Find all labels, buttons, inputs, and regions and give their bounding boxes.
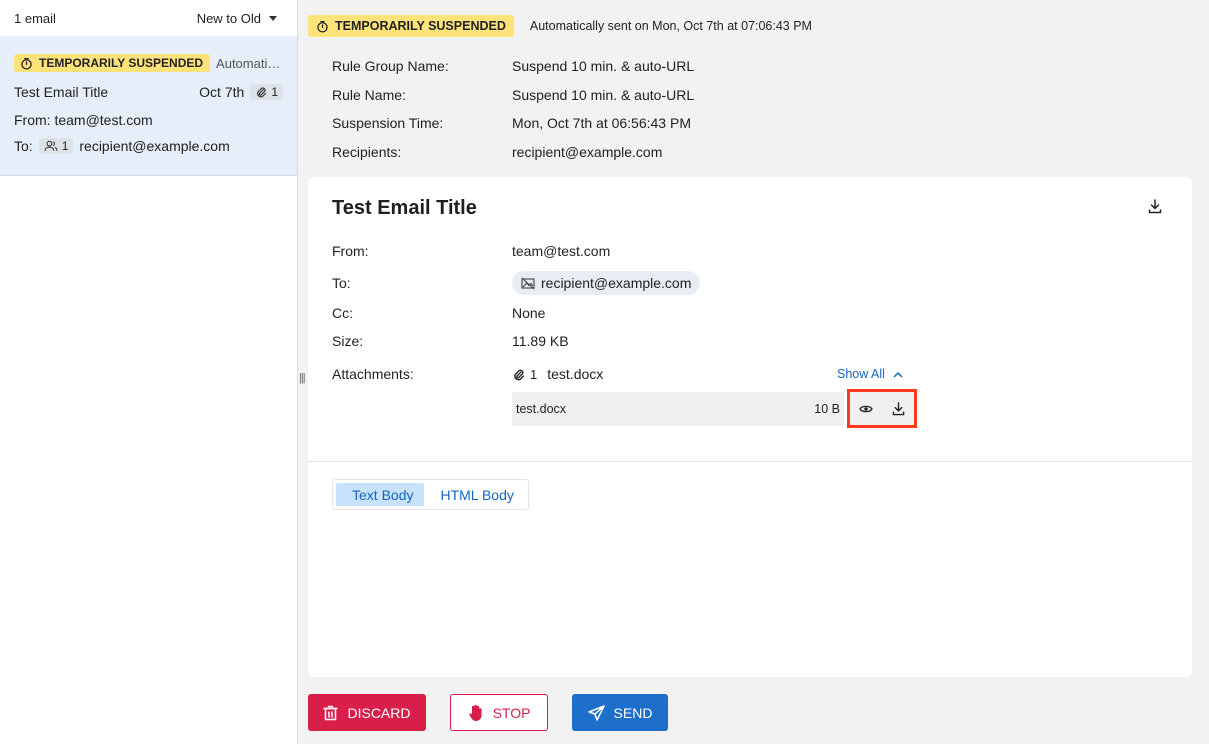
attachment-row: test.docx 10 B (512, 392, 844, 426)
send-button[interactable]: SEND (572, 694, 668, 731)
download-icon (892, 401, 905, 415)
attachment-count: 1 (530, 366, 538, 382)
show-all-toggle[interactable]: Show All (837, 367, 903, 381)
list-item[interactable]: TEMPORARILY SUSPENDED Automatically sent… (0, 36, 297, 176)
status-badge-label: TEMPORARILY SUSPENDED (39, 56, 204, 70)
meta-value: Mon, Oct 7th at 06:56:43 PM (512, 115, 691, 132)
status-badge: TEMPORARILY SUSPENDED (14, 54, 211, 72)
attachment-name: test.docx (547, 366, 604, 382)
attachment-file-name: test.docx (516, 402, 567, 416)
list-item-status-row: TEMPORARILY SUSPENDED Automatically sent… (14, 54, 283, 72)
eye-icon (859, 405, 873, 412)
recipient-count: 1 (61, 139, 69, 153)
chevron-up-icon (893, 371, 903, 378)
cc-label: Cc: (332, 305, 353, 321)
auto-sent-text: Automatically sent on Mon, Oct 7th at 07… (529, 19, 812, 33)
detail-from: From: team@test.com (332, 243, 610, 259)
sort-label: New to Old (196, 10, 261, 26)
discard-label: DISCARD (347, 704, 411, 721)
list-item-title: Test Email Title (14, 84, 109, 100)
meta-value: Suspend 10 min. & auto-URL (512, 86, 695, 103)
stopwatch-icon (21, 57, 32, 70)
meta-key: Rule Group Name: (332, 58, 449, 75)
meta-key: Rule Name: (332, 86, 406, 103)
download-attachment-button[interactable] (892, 401, 905, 416)
size-label: Size: (332, 333, 364, 349)
status-badge-label: TEMPORARILY SUSPENDED (335, 19, 506, 33)
detail-cc: Cc: None (332, 305, 545, 321)
meta-value: recipient@example.com (512, 143, 663, 160)
attachment-count-group: 1 (512, 367, 537, 382)
paperclip-icon (514, 369, 525, 380)
pane-resize-handle[interactable]: ||| (299, 372, 306, 384)
no-image-icon (521, 277, 535, 289)
stopwatch-icon (317, 20, 328, 33)
meta-row-rule-name: Rule Name: Suspend 10 min. & auto-URL (332, 81, 1192, 110)
cc-value: None (512, 305, 546, 321)
meta-key: Suspension Time: (332, 115, 444, 132)
list-item-date: Oct 7th (199, 84, 245, 100)
paperclip-icon (257, 87, 267, 98)
list-item-recipient: recipient@example.com (79, 138, 230, 154)
download-icon (1148, 199, 1162, 214)
email-count: 1 email (14, 10, 56, 26)
suspension-meta: Rule Group Name: Suspend 10 min. & auto-… (308, 52, 1192, 166)
attachment-file-size: 10 B (814, 402, 840, 416)
preview-attachment-button[interactable] (859, 404, 873, 414)
detail-size: Size: 11.89 KB (332, 333, 569, 349)
to-label: To: (14, 138, 33, 154)
stop-button[interactable]: STOP (450, 694, 548, 731)
hand-stop-icon (468, 704, 482, 721)
email-title: Test Email Title (332, 197, 477, 219)
stop-label: STOP (492, 704, 531, 721)
attachment-actions-highlight (847, 389, 917, 428)
paper-plane-icon (587, 704, 605, 721)
meta-value: Suspend 10 min. & auto-URL (512, 58, 695, 75)
tab-html-body[interactable]: HTML Body (424, 483, 524, 506)
send-label: SEND (613, 704, 653, 721)
list-item-date-group: Oct 7th 1 (199, 84, 283, 100)
size-value: 11.89 KB (512, 333, 569, 349)
body-tabs: Text Body HTML Body (332, 479, 529, 510)
attachment-count: 1 (271, 85, 278, 99)
suspension-summary: TEMPORARILY SUSPENDED Automatically sent… (308, 0, 1192, 166)
meta-row-rule-group: Rule Group Name: Suspend 10 min. & auto-… (332, 52, 1192, 81)
caret-down-icon (269, 15, 277, 21)
status-badge: TEMPORARILY SUSPENDED (308, 15, 514, 37)
recipient-chip-label: recipient@example.com (541, 275, 692, 291)
attachments-label: Attachments: (332, 366, 414, 382)
attachment-count-pill: 1 (250, 84, 283, 100)
tab-text-body[interactable]: Text Body (336, 483, 425, 506)
card-divider (308, 461, 1192, 462)
auto-sent-truncated: Automatically sent on Mon, Oct 7th at 07… (216, 55, 283, 71)
detail-attachments: Attachments: 1 test.docx (332, 366, 603, 382)
list-item-from: From: team@test.com (14, 112, 153, 128)
show-all-label: Show All (837, 367, 885, 381)
detail-to: To: recipient@example.com (332, 271, 701, 295)
recipient-count-pill: 1 (38, 138, 74, 154)
from-value: team@test.com (512, 243, 611, 259)
list-item-title-row: Test Email Title Oct 7th 1 (14, 84, 283, 100)
email-detail-card: Test Email Title From: team@test.com To:… (308, 177, 1192, 677)
sort-dropdown[interactable]: New to Old (197, 11, 277, 26)
to-label: To: (332, 275, 351, 291)
trash-icon (323, 705, 339, 720)
list-header: 1 email New to Old (0, 0, 297, 36)
meta-row-suspension-time: Suspension Time: Mon, Oct 7th at 06:56:4… (332, 109, 1192, 138)
meta-row-recipients: Recipients: recipient@example.com (332, 138, 1192, 167)
download-email-button[interactable] (1148, 199, 1162, 219)
meta-key: Recipients: (332, 143, 402, 160)
list-item-to-row: To: 1 recipient@example.com (14, 138, 283, 154)
email-list-pane: 1 email New to Old TEMPORARILY SUSPENDED… (0, 0, 298, 744)
summary-header: TEMPORARILY SUSPENDED Automatically sent… (308, 0, 1192, 52)
users-icon (44, 140, 58, 151)
from-label: From: (332, 243, 369, 259)
discard-button[interactable]: DISCARD (308, 694, 426, 731)
recipient-chip[interactable]: recipient@example.com (512, 271, 701, 295)
